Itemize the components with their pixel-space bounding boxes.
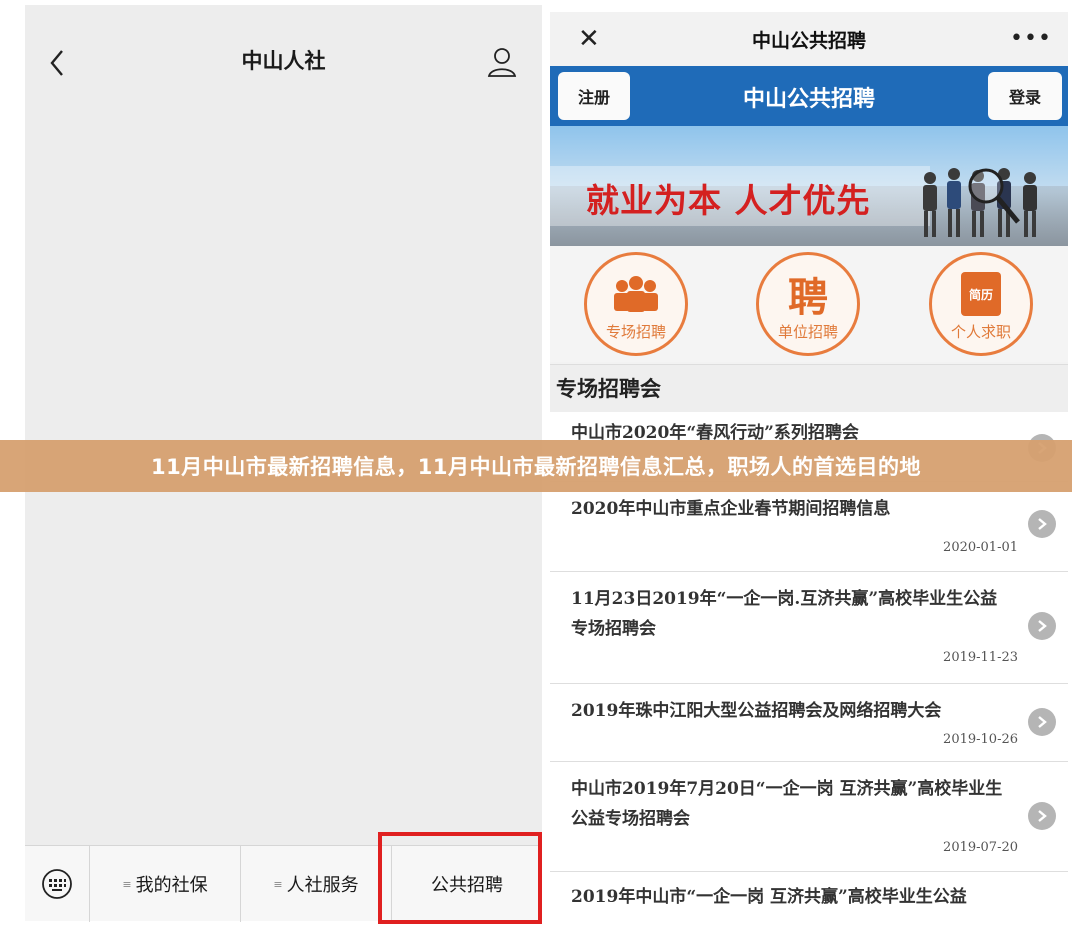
account-title: 中山人社 (241, 49, 326, 73)
page: 中山人社 ≡ 我的社保 ≡ 人社服务 公共招聘 ✕ 中山公共招聘 ••• 注册 … (0, 0, 1072, 929)
keyboard-icon (42, 869, 72, 899)
quick-link-label: 专场招聘 (605, 323, 666, 341)
item-title: 2020年中山市重点企业春节期间招聘信息 (571, 499, 891, 519)
item-date: 2020-01-01 (943, 540, 1018, 555)
menu-label: 我的社保 (135, 875, 208, 896)
quick-link-job-seeking[interactable]: 简历 个人求职 (929, 252, 1033, 356)
quick-links: 专场招聘 聘 单位招聘 简历 个人求职 (550, 246, 1068, 362)
webview-title: 中山公共招聘 (751, 30, 866, 52)
wechat-header: 中山人社 (25, 5, 542, 115)
list-item[interactable]: 中山市2019年7月20日“一企一岗 互济共赢”高校毕业生公益专场招聘会 201… (550, 762, 1068, 872)
resume-glyph: 简历 (968, 287, 993, 302)
item-date: 2019-07-20 (943, 840, 1018, 855)
submenu-icon: ≡ (273, 877, 283, 891)
list-item[interactable]: 11月23日2019年“一企一岗.互济共赢”高校毕业生公益专场招聘会 2019-… (550, 572, 1068, 684)
item-date: 2019-11-23 (943, 650, 1018, 665)
menu-label: 公共招聘 (431, 875, 503, 896)
chevron-right-icon (1028, 802, 1056, 830)
business-people-icon (923, 168, 1037, 237)
item-date: 2019-10-26 (943, 732, 1018, 747)
account-menu-bar: ≡ 我的社保 ≡ 人社服务 公共招聘 (25, 845, 542, 922)
menu-hr-services[interactable]: ≡ 人社服务 (241, 846, 392, 922)
keyboard-toggle-button[interactable] (25, 846, 90, 922)
quick-link-label: 单位招聘 (777, 323, 838, 341)
resume-icon: 简历 (932, 271, 1030, 317)
section-title: 专场招聘会 (550, 364, 1068, 412)
quick-link-label: 个人求职 (950, 323, 1011, 341)
site-header: 注册 中山公共招聘 登录 (550, 66, 1068, 126)
submenu-icon: ≡ (122, 877, 132, 891)
group-icon (587, 271, 685, 317)
item-title: 11月23日2019年“一企一岗.互济共赢”高校毕业生公益专场招聘会 (571, 589, 998, 639)
recruit-icon: 聘 (759, 271, 857, 321)
list-item[interactable]: 2019年珠中江阳大型公益招聘会及网络招聘大会 2019-10-26 (550, 684, 1068, 762)
menu-label: 人社服务 (286, 875, 359, 896)
quick-link-employer-recruitment[interactable]: 聘 单位招聘 (756, 252, 860, 356)
recruit-glyph: 聘 (788, 275, 828, 321)
caption-banner: 11月中山市最新招聘信息，11月中山市最新招聘信息汇总，职场人的首选目的地 (0, 440, 1072, 492)
webview-nav: ✕ 中山公共招聘 ••• (550, 12, 1068, 66)
banner-slogan: 就业为本 人才优先 (586, 181, 871, 220)
list-item[interactable]: 2020年中山市重点企业春节期间招聘信息 2020-01-01 (550, 482, 1068, 572)
chevron-right-icon (1028, 612, 1056, 640)
menu-my-social-security[interactable]: ≡ 我的社保 (90, 846, 241, 922)
chevron-right-icon (1028, 510, 1056, 538)
caption-text: 11月中山市最新招聘信息，11月中山市最新招聘信息汇总，职场人的首选目的地 (151, 455, 921, 479)
quick-link-special-recruitment[interactable]: 专场招聘 (584, 252, 688, 356)
item-title: 2019年中山市“一企一岗 互济共赢”高校毕业生公益 (571, 887, 967, 907)
banner: 就业为本 人才优先 (550, 126, 1068, 246)
more-icon[interactable]: ••• (1010, 24, 1051, 54)
item-title: 中山市2019年7月20日“一企一岗 互济共赢”高校毕业生公益专场招聘会 (571, 779, 1003, 829)
list-item[interactable]: 2019年中山市“一企一岗 互济共赢”高校毕业生公益 (550, 872, 1068, 907)
item-title: 2019年珠中江阳大型公益招聘会及网络招聘大会 (571, 701, 942, 721)
login-button[interactable]: 登录 (988, 72, 1062, 120)
chevron-right-icon (1028, 708, 1056, 736)
menu-public-recruitment[interactable]: 公共招聘 (392, 846, 542, 922)
profile-icon[interactable] (485, 45, 519, 79)
